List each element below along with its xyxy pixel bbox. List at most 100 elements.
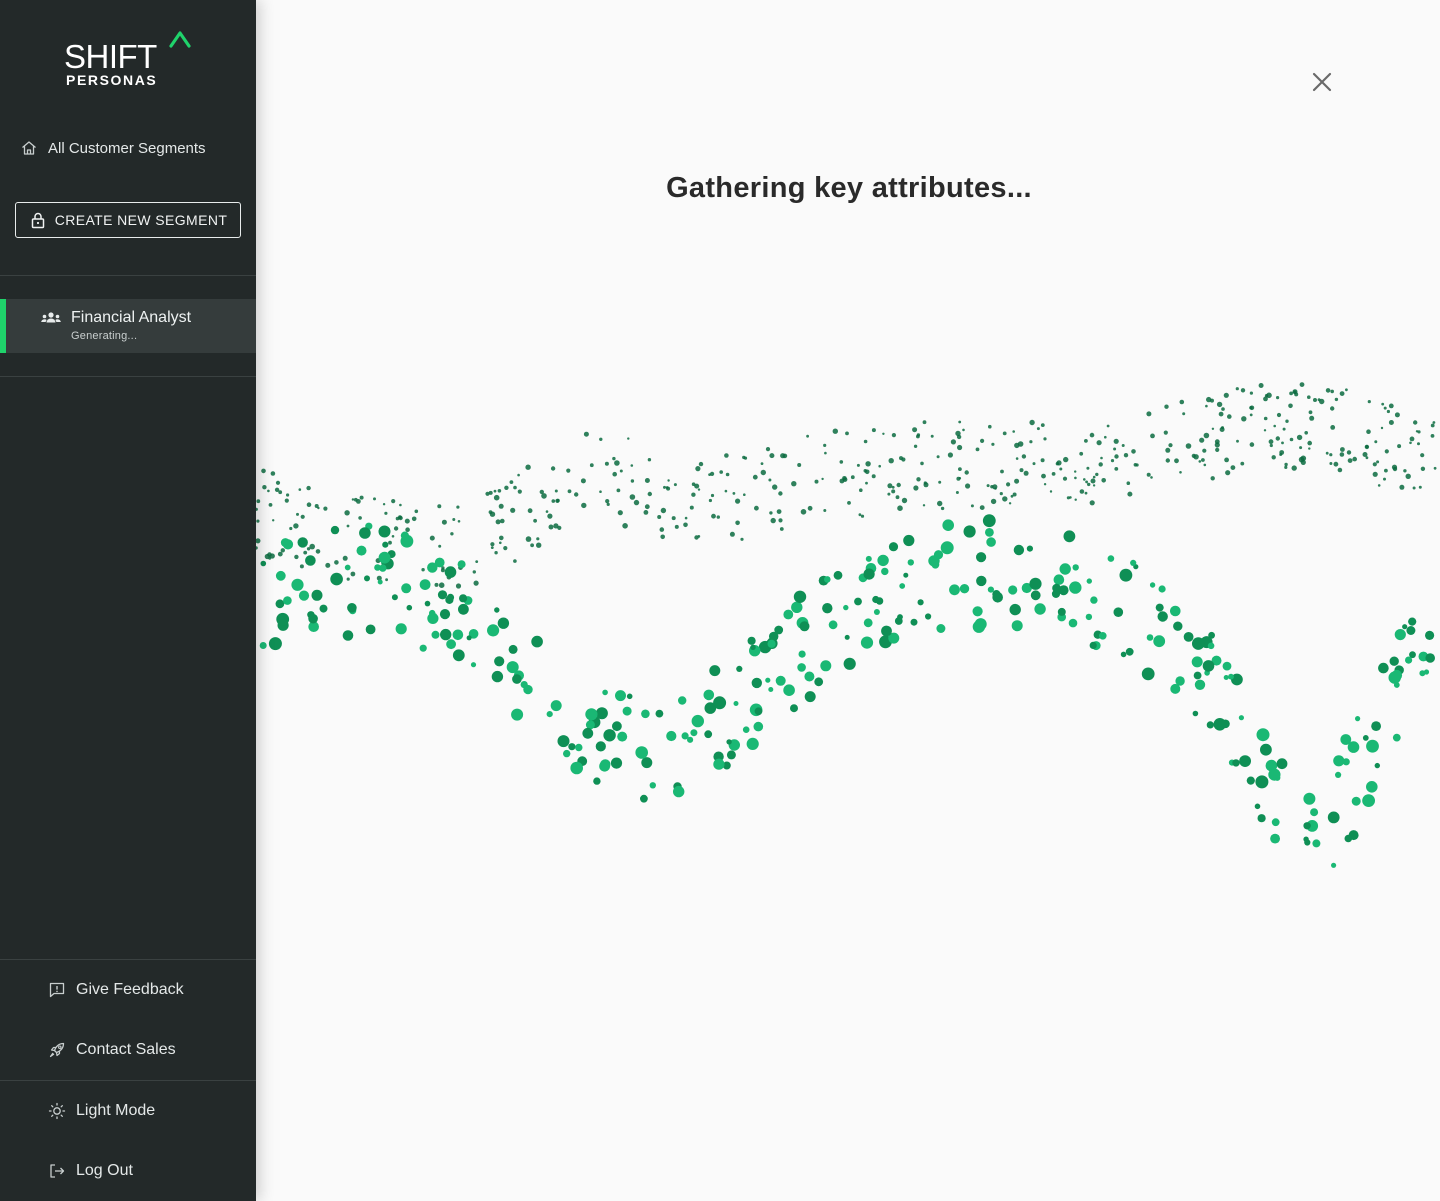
particle (434, 582, 439, 587)
particle (824, 451, 827, 455)
particle (790, 704, 798, 713)
particle (1230, 465, 1236, 470)
particle (1408, 617, 1417, 626)
particle (735, 498, 741, 504)
particle (1174, 458, 1179, 464)
particle (582, 727, 594, 739)
particle (783, 609, 794, 620)
particle (1294, 392, 1299, 397)
particle (1412, 486, 1416, 490)
particle (956, 434, 962, 440)
particle (1211, 427, 1215, 430)
particle (1383, 477, 1386, 481)
particle (1223, 392, 1229, 398)
particle (1029, 440, 1033, 444)
particle (1345, 388, 1348, 392)
particle (1329, 462, 1333, 465)
particle (828, 620, 838, 630)
particle (1308, 410, 1313, 415)
segment-item-financial-analyst[interactable]: Financial Analyst Generating... (0, 299, 256, 353)
particle (1086, 578, 1092, 584)
particle (1264, 394, 1269, 398)
particle (920, 461, 924, 466)
close-button[interactable] (1308, 68, 1336, 96)
particle (778, 491, 783, 496)
particle (494, 656, 505, 667)
particle (1347, 458, 1353, 463)
particle (955, 491, 959, 494)
particle (878, 464, 881, 468)
particle (1079, 489, 1085, 494)
particle (405, 527, 410, 532)
particle (303, 550, 308, 555)
particle (452, 649, 465, 662)
particle (1163, 430, 1168, 435)
all-segments-link[interactable]: All Customer Segments (20, 136, 206, 160)
home-icon (20, 139, 38, 157)
particle (798, 650, 806, 658)
particle (1269, 443, 1273, 448)
particle (1085, 480, 1088, 484)
particle (936, 455, 940, 459)
particle (503, 546, 508, 551)
particle (1236, 439, 1239, 443)
particle (847, 501, 851, 505)
particle (427, 612, 439, 624)
particle (1149, 582, 1156, 588)
particle (347, 603, 357, 613)
particle (814, 479, 819, 484)
light-mode-toggle[interactable]: Light Mode (48, 1099, 155, 1123)
particle (291, 578, 304, 591)
particle (823, 509, 827, 512)
particle (1257, 814, 1266, 823)
particle (768, 478, 772, 482)
particle (733, 701, 739, 706)
particle (643, 510, 649, 515)
particle (1256, 728, 1270, 742)
people-icon (41, 312, 61, 323)
particle (633, 499, 640, 506)
particle (1099, 632, 1107, 640)
create-segment-button[interactable]: CREATE NEW SEGMENT (15, 202, 241, 238)
contact-sales-link[interactable]: Contact Sales (48, 1038, 176, 1062)
particle (1055, 462, 1060, 466)
particle (1325, 388, 1331, 393)
log-out-link[interactable]: Log Out (48, 1159, 133, 1183)
particle (1355, 716, 1361, 722)
particle (554, 489, 558, 493)
particle (293, 523, 299, 529)
particle (1335, 771, 1342, 778)
particle (891, 485, 895, 489)
sidebar-divider (0, 1080, 256, 1081)
brand-logo[interactable]: SHIFT PERSONAS (64, 30, 204, 92)
particle (907, 559, 914, 566)
particle (536, 542, 542, 548)
particle (458, 603, 469, 615)
particle (1388, 420, 1394, 425)
particle (751, 677, 762, 689)
particle (1329, 453, 1333, 457)
particle (1392, 733, 1401, 742)
particle (1202, 660, 1215, 672)
particle (863, 568, 875, 580)
give-feedback-link[interactable]: Give Feedback (48, 978, 184, 1002)
particle (1021, 454, 1027, 459)
particle (585, 708, 598, 721)
particle (513, 485, 517, 490)
particle (860, 514, 865, 518)
particle (1372, 471, 1378, 477)
contact-sales-label: Contact Sales (76, 1041, 176, 1058)
particle (1090, 478, 1096, 484)
particle (630, 464, 634, 467)
particle (497, 489, 502, 493)
particle (256, 538, 261, 544)
particle (736, 665, 743, 672)
particle (382, 541, 389, 548)
particle (865, 555, 872, 562)
particle (1089, 641, 1097, 649)
particle (1130, 559, 1137, 566)
particle (863, 439, 868, 444)
particle (1271, 455, 1276, 460)
particle (539, 489, 544, 495)
particle (1119, 568, 1133, 582)
